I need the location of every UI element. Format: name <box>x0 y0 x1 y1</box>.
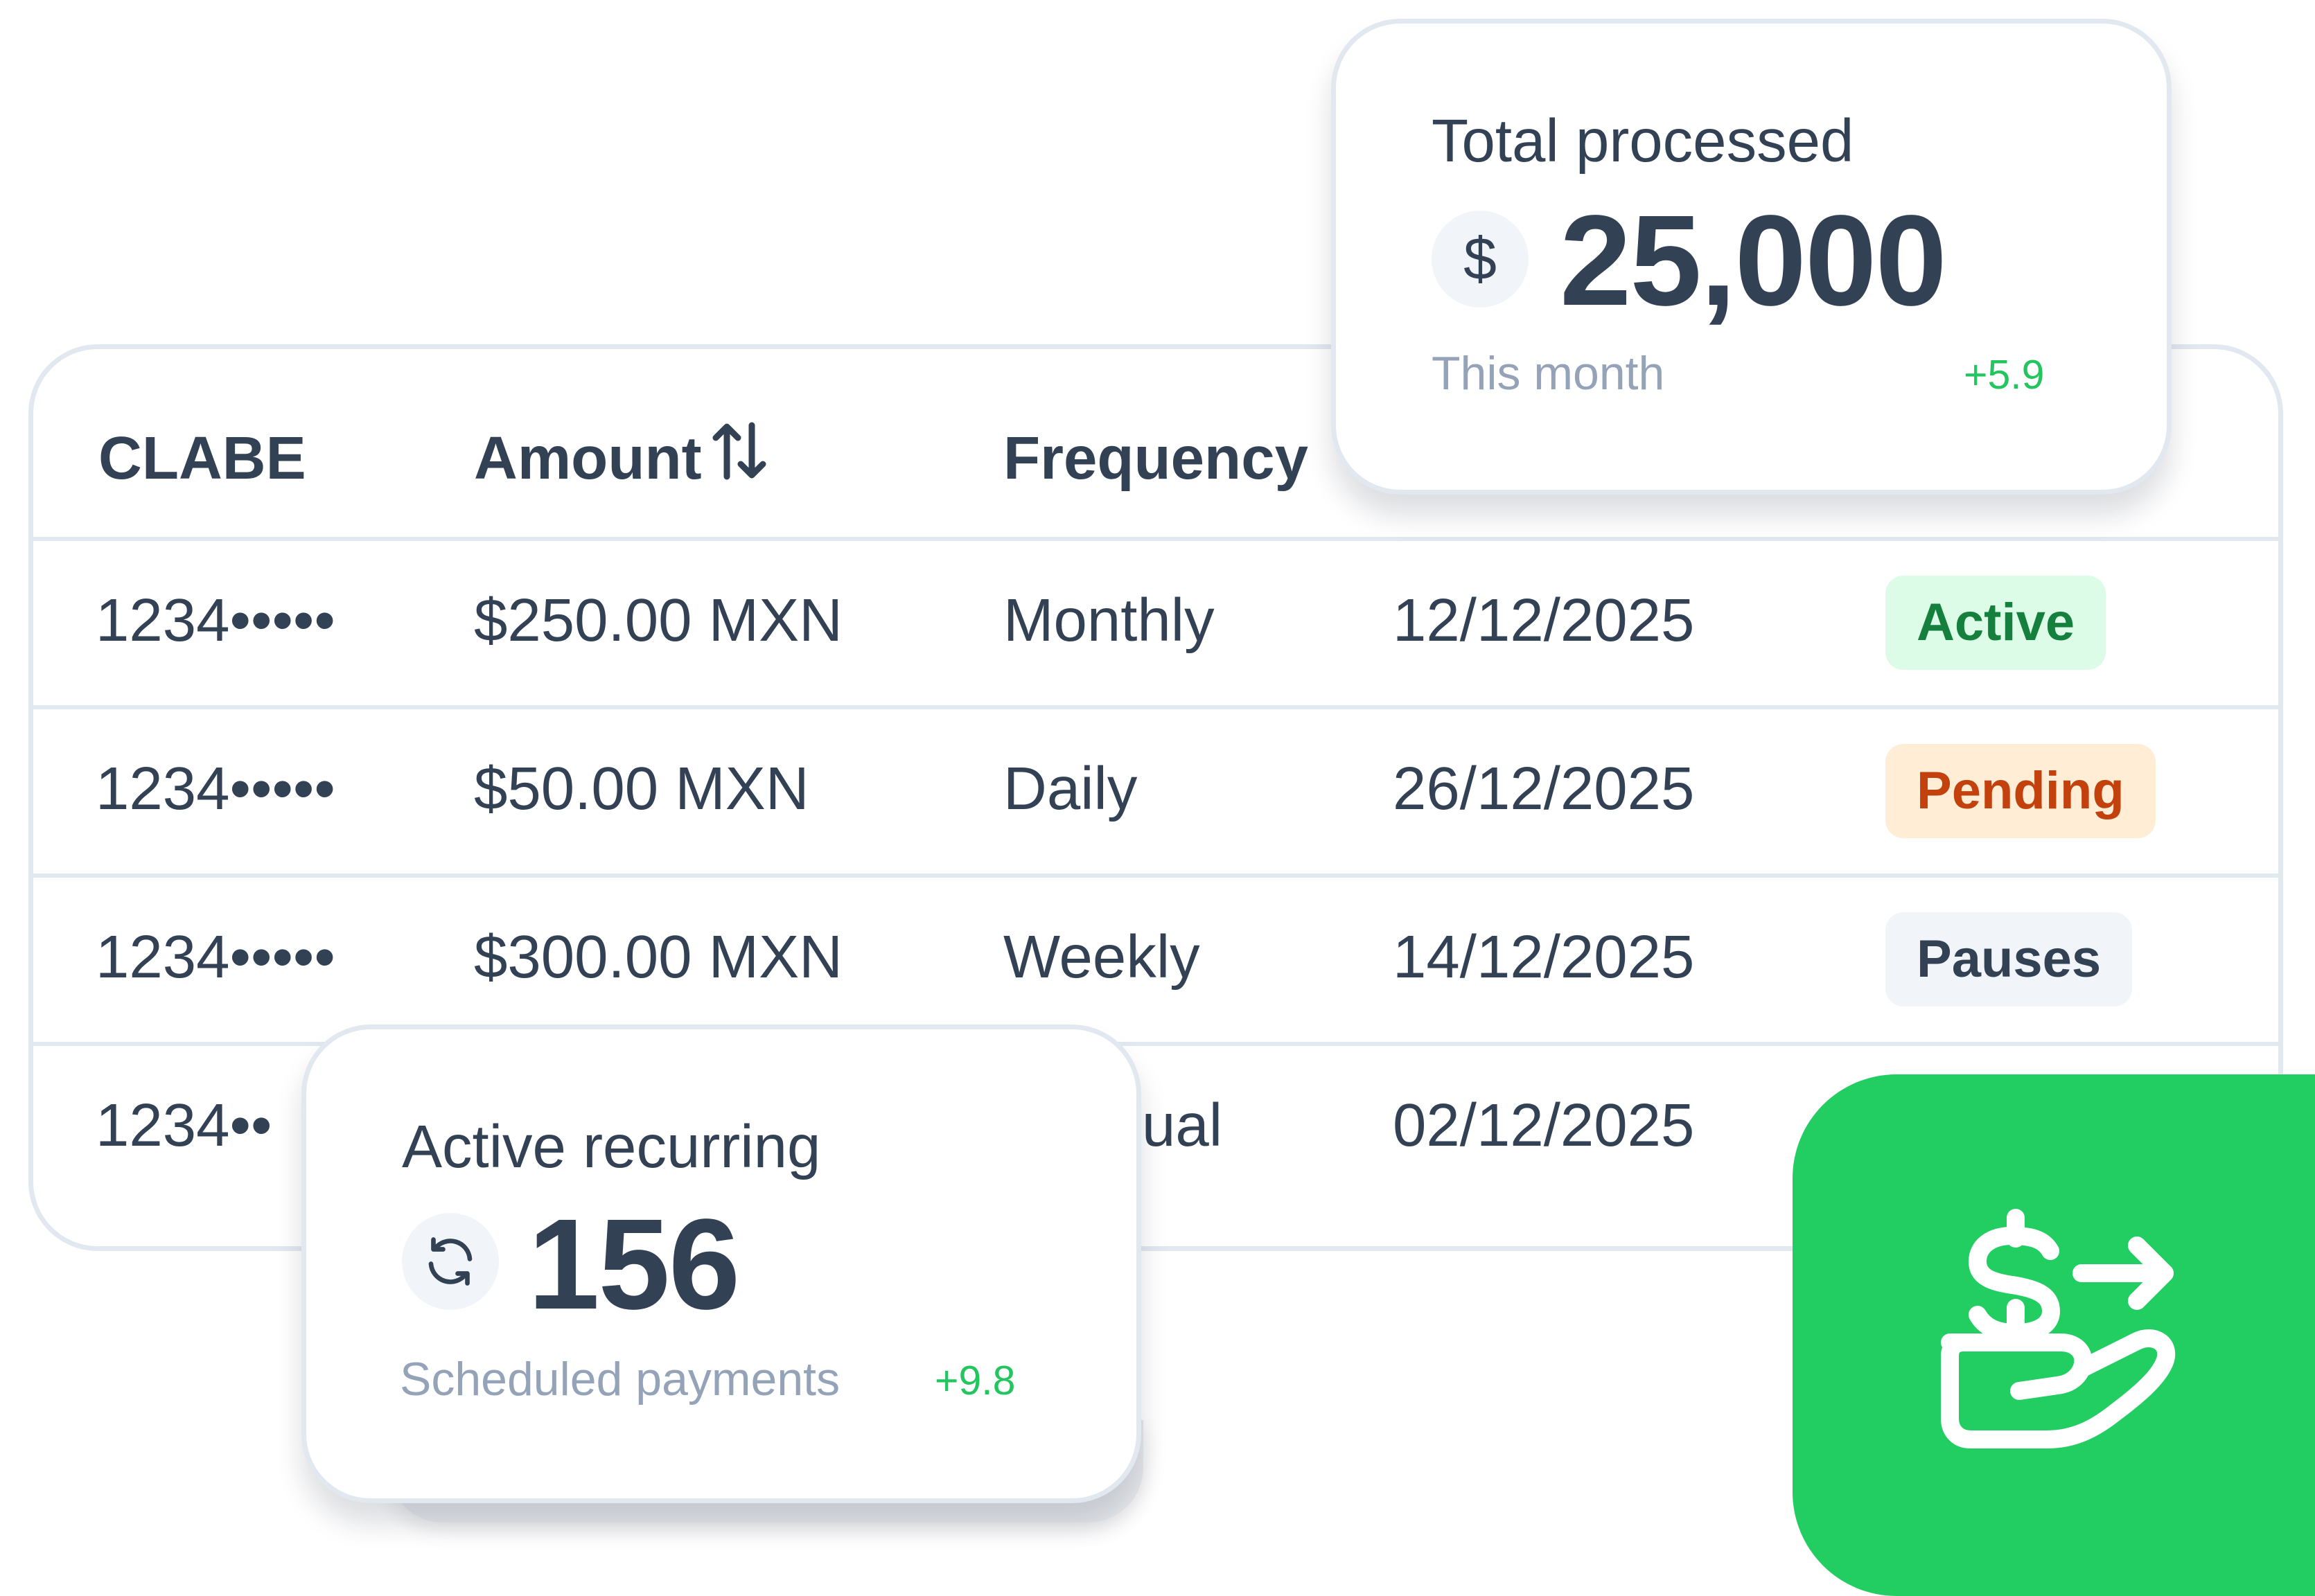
cell-clabe: 1234••••• <box>96 755 335 822</box>
cell-amount: $300.00 MXN <box>474 923 843 991</box>
cell-frequency: Weekly <box>1003 923 1200 991</box>
dollar-icon: $ <box>1432 211 1529 308</box>
cell-date: 12/12/2025 <box>1393 587 1695 654</box>
cell-clabe: 1234••••• <box>96 923 335 991</box>
active-recurring-label: Active recurring <box>402 1113 821 1180</box>
cell-clabe: 1234••••• <box>96 587 335 654</box>
refresh-icon <box>402 1213 499 1310</box>
header-amount-label: Amount <box>474 425 702 492</box>
cell-frequency: Monthly <box>1003 587 1215 654</box>
table-row[interactable]: 1234••••• $300.00 MXN Weekly 14/12/2025 … <box>33 878 2278 1044</box>
header-frequency: Frequency <box>1003 425 1308 492</box>
status-badge: Pauses <box>1885 912 2133 1007</box>
active-recurring-sub: Scheduled payments <box>400 1353 840 1406</box>
total-processed-value: 25,000 <box>1560 189 1947 332</box>
total-processed-period: This month <box>1432 347 1665 400</box>
table-row[interactable]: 1234••••• $50.00 MXN Daily 26/12/2025 Pe… <box>33 709 2278 876</box>
sort-icon[interactable] <box>712 420 767 497</box>
total-processed-label: Total processed <box>1432 107 1854 175</box>
table-row[interactable]: 1234••••• $250.00 MXN Monthly 12/12/2025… <box>33 541 2278 707</box>
status-badge: Active <box>1885 576 2106 670</box>
cell-amount: $250.00 MXN <box>474 587 843 654</box>
total-processed-card: Total processed $ 25,000 This month +5.9 <box>1331 19 2172 495</box>
total-processed-delta: +5.9 <box>1964 352 2045 398</box>
cell-frequency: Daily <box>1003 755 1138 822</box>
cell-clabe: 1234•• <box>96 1092 272 1159</box>
hand-dollar-transfer-icon <box>1793 1074 2315 1596</box>
active-recurring-value: 156 <box>528 1193 740 1336</box>
dollar-glyph: $ <box>1463 226 1497 292</box>
header-amount[interactable]: Amount <box>474 422 767 497</box>
cell-date: 26/12/2025 <box>1393 755 1695 822</box>
cell-date: 02/12/2025 <box>1393 1092 1695 1159</box>
header-clabe: CLABE <box>98 425 306 492</box>
active-recurring-delta: +9.8 <box>935 1358 1016 1403</box>
cell-date: 14/12/2025 <box>1393 923 1695 991</box>
cell-frequency: ual <box>1142 1092 1223 1159</box>
active-recurring-card: Active recurring 156 Scheduled payments … <box>301 1025 1141 1503</box>
status-badge: Pending <box>1885 744 2156 838</box>
cell-amount: $50.00 MXN <box>474 755 809 822</box>
